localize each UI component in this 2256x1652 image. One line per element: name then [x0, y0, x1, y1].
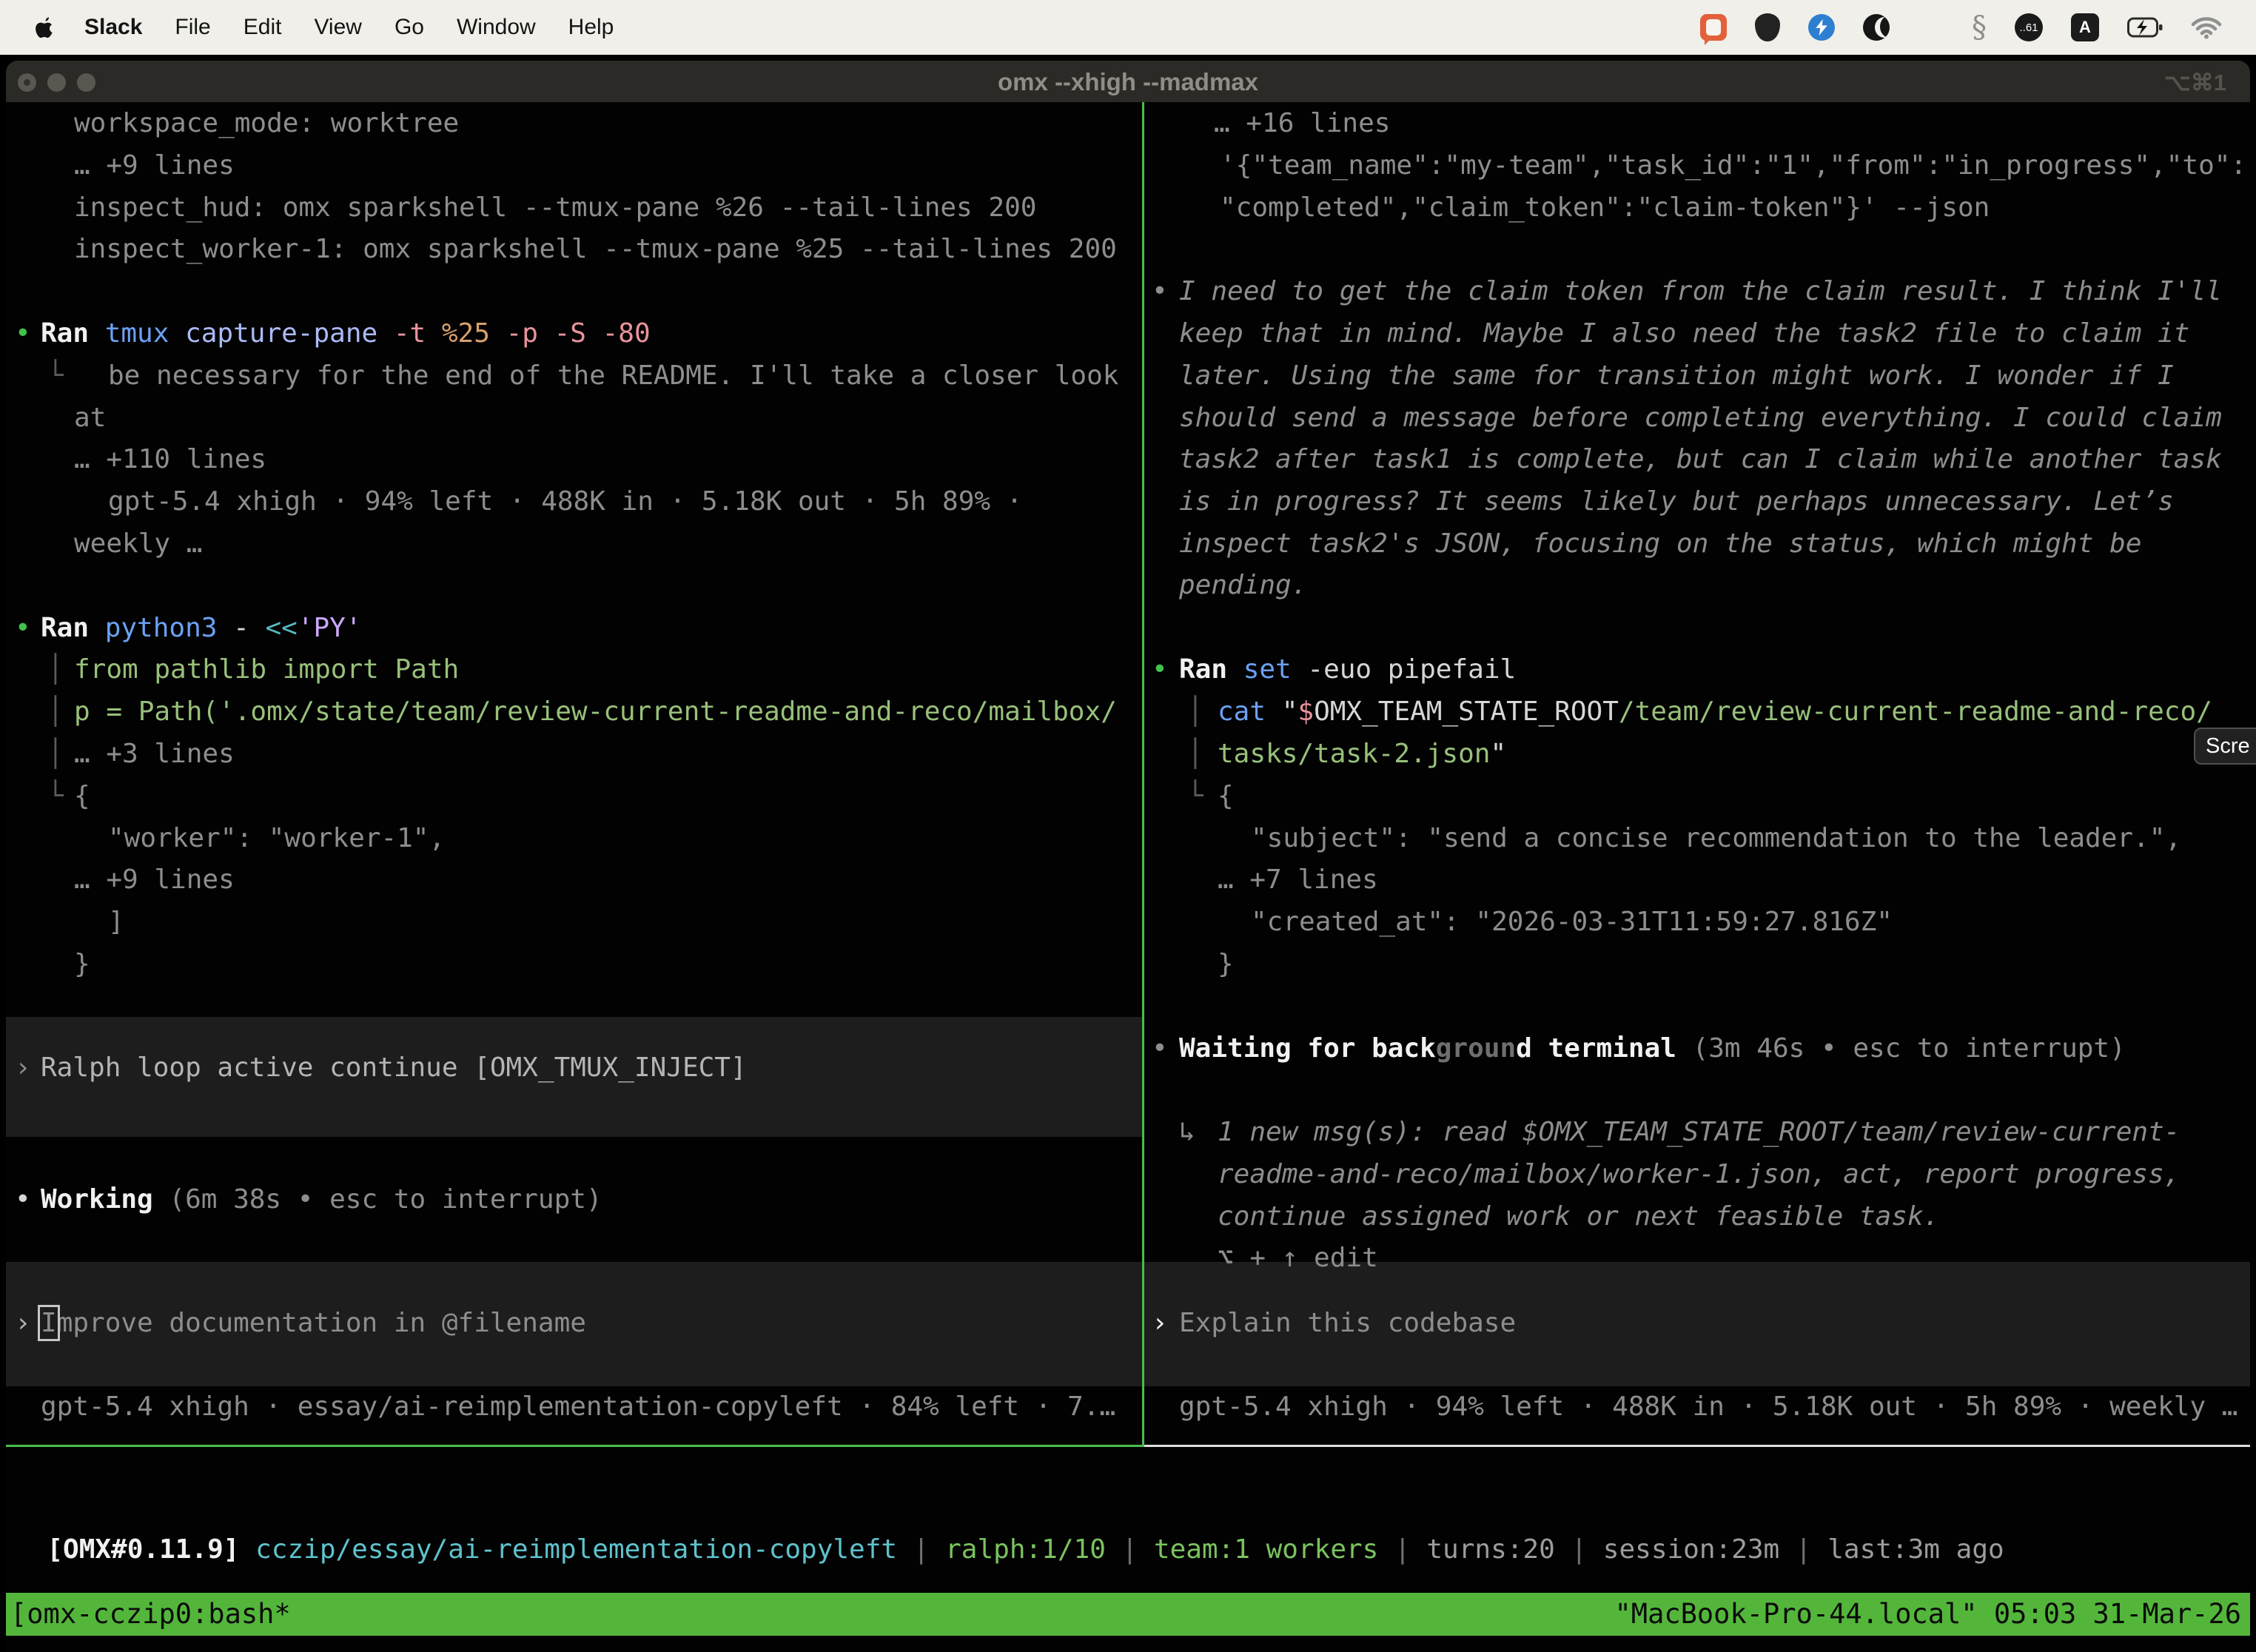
right-pane-line: continue assigned work or next feasible … [0, 1195, 2256, 1238]
right-pane-line: •I need to get the claim token from the … [0, 270, 2256, 312]
right-pane-line: readme-and-reco/mailbox/worker-1.json, a… [0, 1153, 2256, 1195]
omx-last-activity: last:3m ago [1827, 1534, 2004, 1565]
right-pane-line: '{"team_name":"my-team","task_id":"1","f… [0, 144, 2256, 187]
right-pane-line: gpt-5.4 xhigh · 94% left · 488K in · 5.1… [0, 1386, 2256, 1428]
left-pane-line: •Ran python3 - <<'PY' [0, 607, 2256, 649]
right-pane-line: later. Using the same for transition mig… [0, 355, 2256, 397]
omx-branch-path: cczip/essay/ai-reimplementation-copyleft [239, 1534, 897, 1565]
screen-tooltip: Scre [2194, 728, 2256, 765]
omx-version: [OMX#0.11.9] [47, 1534, 239, 1565]
right-pane-line: •Ran set -euo pipefail [0, 648, 2256, 691]
right-pane-line: └{ [0, 775, 2256, 817]
right-pane-line: keep that in mind. Maybe I also need the… [0, 312, 2256, 355]
left-pane-line: inspect_worker-1: omx sparkshell --tmux-… [0, 228, 2256, 270]
omx-session: session:23m [1603, 1534, 1779, 1565]
tmux-status-bar: [omx-cczip0:bash* "MacBook-Pro-44.local"… [6, 1593, 2250, 1636]
right-pane-line: pending. [0, 564, 2256, 606]
tmux-host-clock: "MacBook-Pro-44.local" 05:03 31-Mar-26 [1615, 1593, 2241, 1636]
right-pane-line: "subject": "send a concise recommendatio… [0, 817, 2256, 859]
separator: | [1555, 1534, 1603, 1565]
omx-ralph-count: ralph:1/10 [945, 1534, 1106, 1565]
right-pane-line: ⌥ + ↑ edit [0, 1237, 2256, 1279]
separator: | [897, 1534, 945, 1565]
prompt-input-right[interactable]: ›Explain this codebase [0, 1302, 2256, 1344]
right-pane-line: } [0, 943, 2256, 985]
omx-turns: turns:20 [1426, 1534, 1554, 1565]
right-pane-line: •Waiting for background terminal (3m 46s… [0, 1027, 2256, 1070]
omx-status-bar: [OMX#0.11.9] cczip/essay/ai-reimplementa… [15, 1486, 2004, 1528]
right-pane-line: is in progress? It seems likely but perh… [0, 480, 2256, 523]
separator: | [1378, 1534, 1426, 1565]
right-pane-line: ↳1 new msg(s): read $OMX_TEAM_STATE_ROOT… [0, 1111, 2256, 1153]
omx-team-workers: team:1 workers [1154, 1534, 1378, 1565]
right-pane-line: "completed","claim_token":"claim-token"}… [0, 187, 2256, 229]
terminal-content: workspace_mode: worktree… +9 linesinspec… [0, 0, 2256, 1652]
separator: | [1779, 1534, 1827, 1565]
right-pane-line: │cat "$OMX_TEAM_STATE_ROOT/team/review-c… [0, 691, 2256, 733]
right-pane-line: task2 after task1 is complete, but can I… [0, 438, 2256, 480]
right-pane-line: │tasks/task-2.json" [0, 733, 2256, 775]
right-pane-line: "created_at": "2026-03-31T11:59:27.816Z" [0, 901, 2256, 943]
pane-border [6, 1445, 1142, 1447]
separator: | [1106, 1534, 1154, 1565]
tmux-session-name: [omx-cczip0:bash* [10, 1593, 291, 1636]
pane-border [1144, 1445, 2250, 1447]
right-pane-line: should send a message before completing … [0, 397, 2256, 439]
right-pane-line: … +16 lines [0, 102, 2256, 144]
right-pane-line: … +7 lines [0, 859, 2256, 901]
right-pane-line: inspect task2's JSON, focusing on the st… [0, 523, 2256, 565]
